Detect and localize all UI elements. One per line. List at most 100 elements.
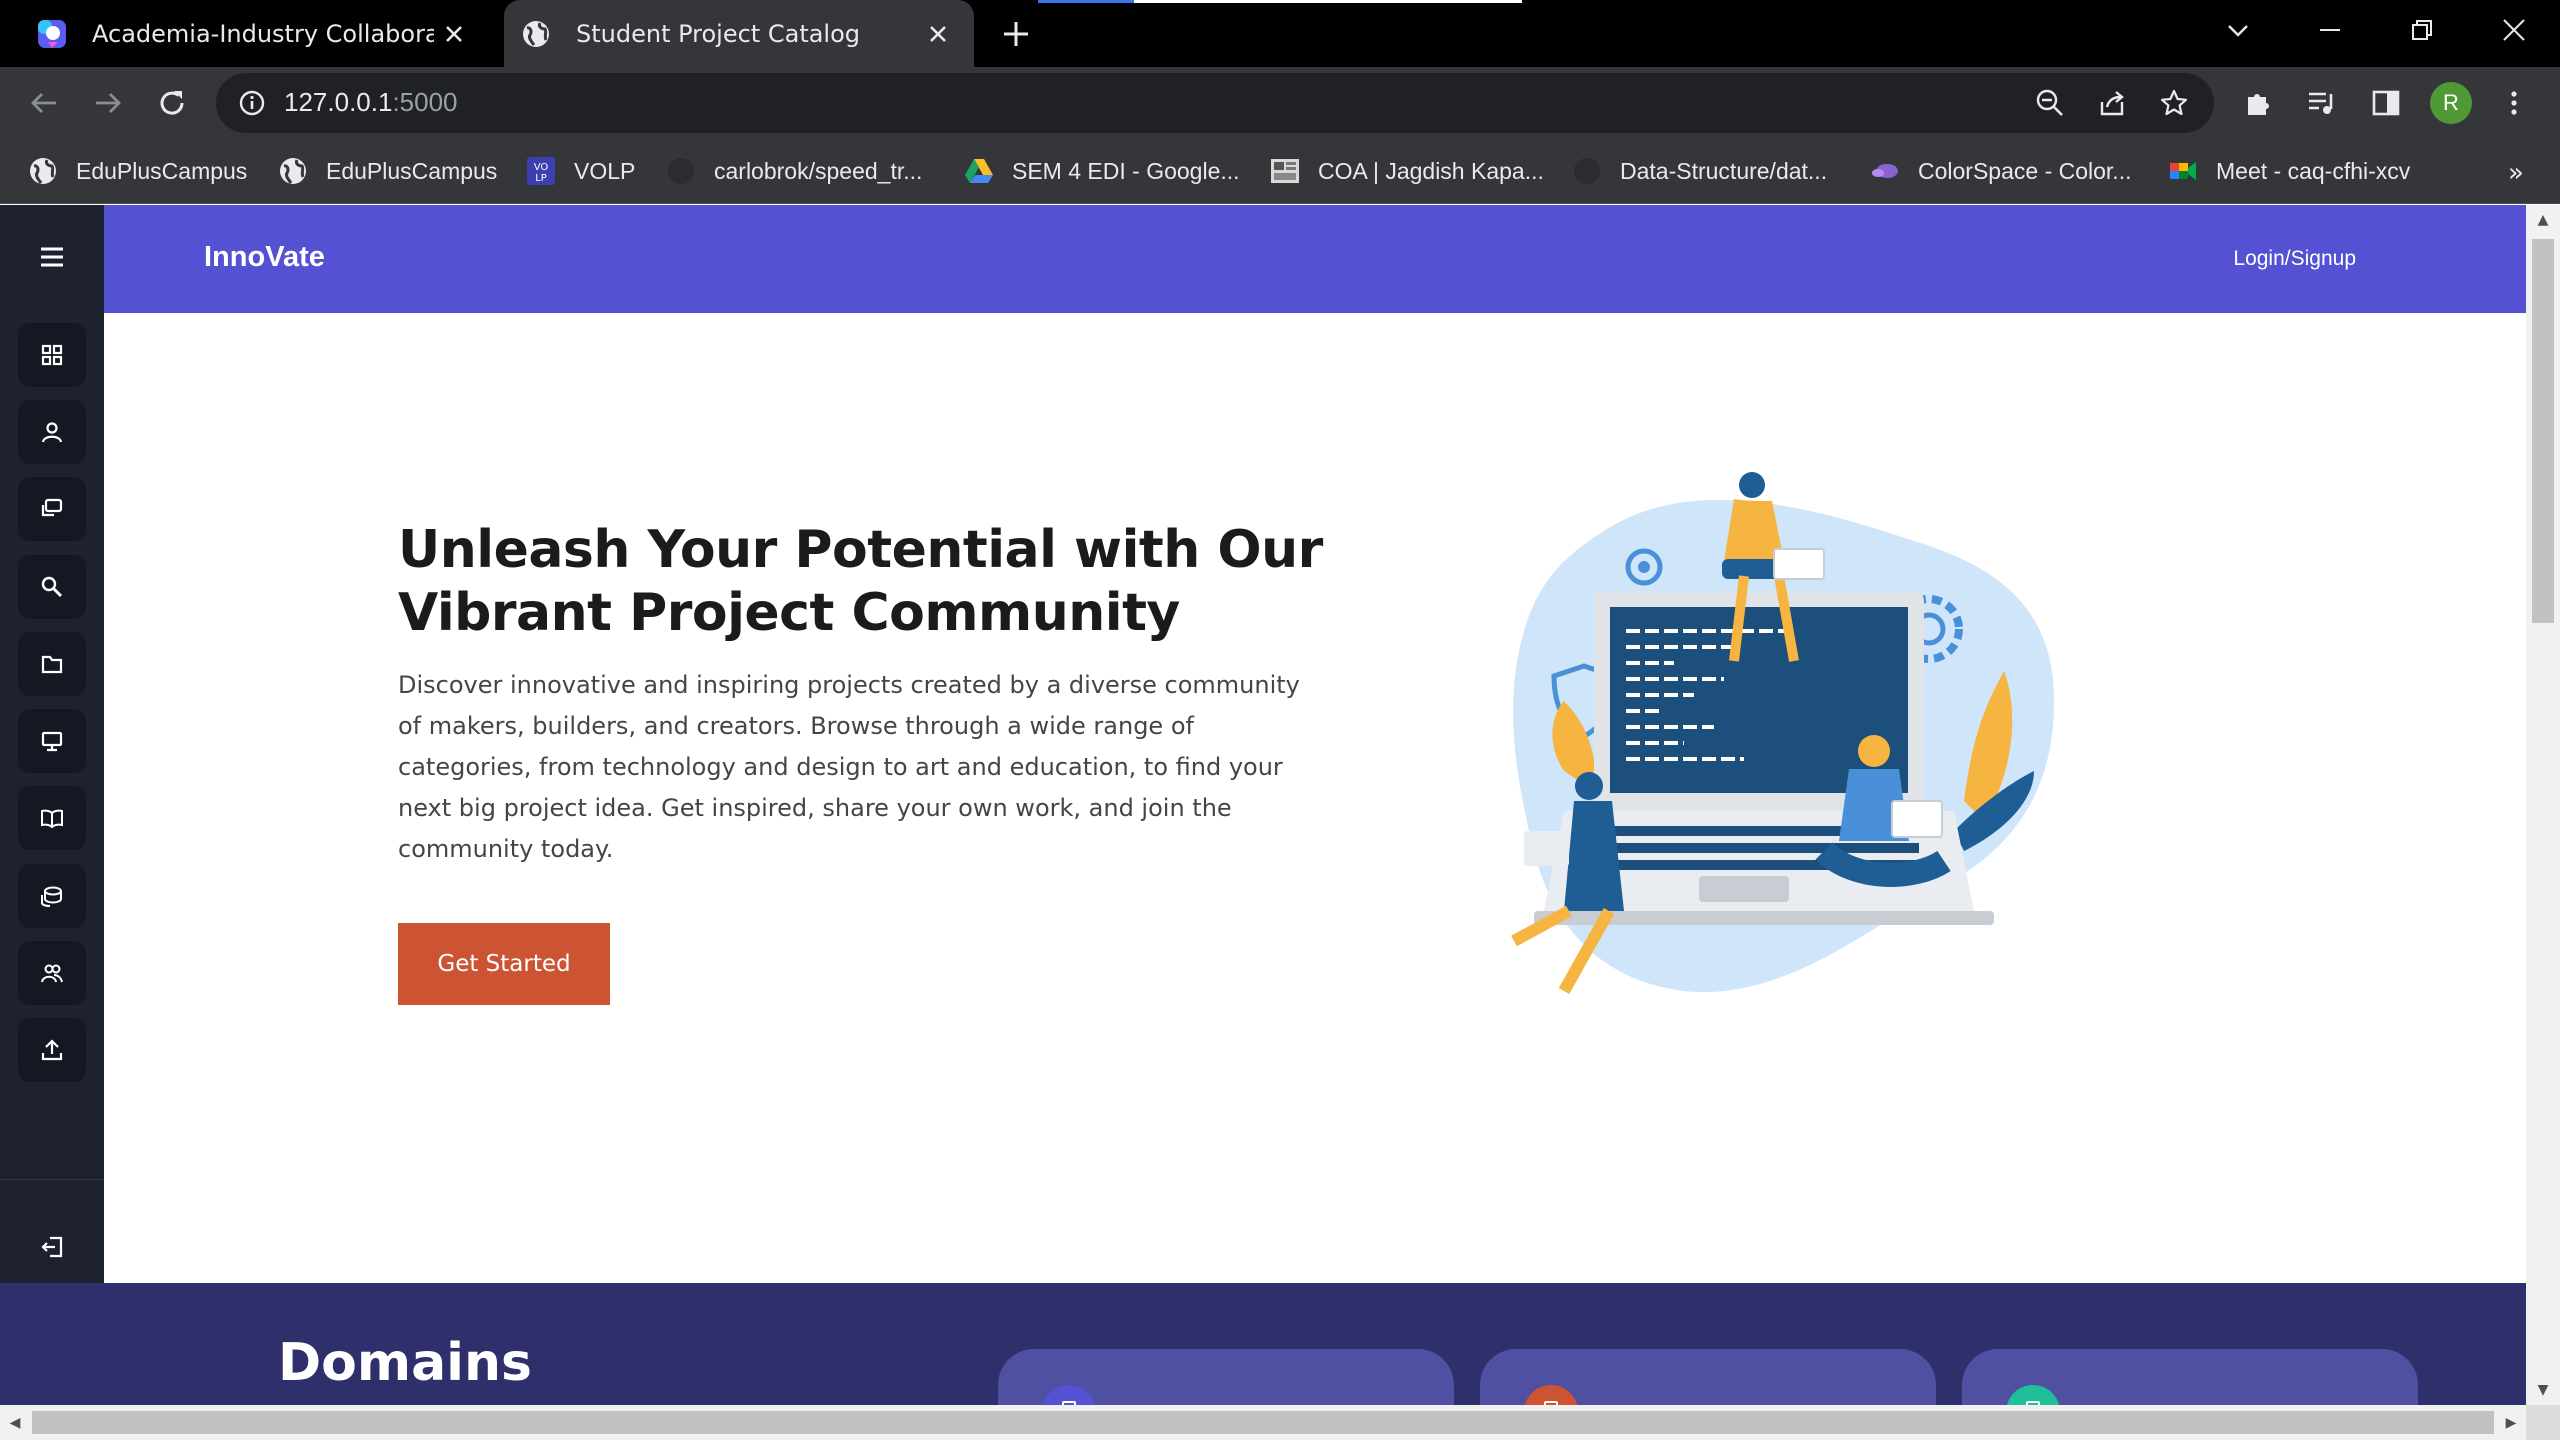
hamburger-menu-icon[interactable]: [26, 231, 78, 283]
bookmark-item[interactable]: Meet - caq-cfhi-xcv: [2168, 151, 2410, 191]
bookmark-item[interactable]: Data-Structure/dat...: [1572, 151, 1827, 191]
close-window-button[interactable]: [2486, 10, 2542, 50]
github-icon: [1574, 158, 1600, 184]
media-control-icon[interactable]: [2300, 81, 2344, 125]
domains-heading: Domains: [278, 1333, 532, 1393]
more-menu-icon[interactable]: [2492, 81, 2536, 125]
close-tab-icon[interactable]: [434, 14, 474, 54]
volp-icon: VOLP: [527, 157, 555, 185]
scroll-right-arrow-icon[interactable]: ▶: [2496, 1405, 2526, 1440]
hero-title: Unleash Your Potential with Our Vibrant …: [398, 520, 1323, 643]
sidebar-item-profile[interactable]: [18, 400, 86, 464]
sidebar-divider: [0, 1179, 104, 1180]
sidebar-item-chat[interactable]: [18, 477, 86, 541]
domain-card[interactable]: [1480, 1349, 1936, 1405]
share-icon[interactable]: [2090, 81, 2134, 125]
bookmark-item[interactable]: COA | Jagdish Kapa...: [1270, 151, 1544, 191]
reload-button[interactable]: [150, 81, 194, 125]
colorful-app-icon: [38, 19, 66, 48]
restore-button[interactable]: [2394, 10, 2450, 50]
sidebar-item-community[interactable]: [18, 941, 86, 1005]
restore-icon: [2412, 20, 2432, 40]
logout-icon: [41, 1236, 63, 1258]
scroll-down-arrow-icon[interactable]: ▼: [2526, 1375, 2560, 1405]
forward-button[interactable]: [86, 81, 130, 125]
horizontal-scroll-thumb[interactable]: [32, 1411, 2494, 1434]
close-tab-icon[interactable]: [918, 14, 958, 54]
hero-section: Unleash Your Potential with Our Vibrant …: [104, 313, 2526, 1283]
svg-text:LP: LP: [535, 173, 547, 184]
globe-icon: [280, 158, 306, 184]
hero-description: Discover innovative and inspiring projec…: [398, 671, 1300, 863]
login-signup-link[interactable]: Login/Signup: [2233, 247, 2356, 271]
google-drive-icon: [965, 159, 993, 183]
tab-title: Student Project Catalog: [576, 19, 861, 48]
bookmark-item[interactable]: EduPlusCampus: [28, 151, 247, 191]
tab-academia[interactable]: Academia-Industry Collaboration: [0, 0, 490, 67]
side-panel-icon[interactable]: [2364, 81, 2408, 125]
profile-avatar[interactable]: R: [2430, 82, 2472, 124]
google-meet-icon: [2170, 162, 2196, 180]
bookmark-item[interactable]: VO LP VOLP: [526, 151, 635, 191]
sidebar-item-dashboard[interactable]: [18, 323, 86, 387]
sidebar-item-monitor[interactable]: [18, 709, 86, 773]
domain-icon: [2006, 1385, 2060, 1405]
bookmarks-bar: EduPlusCampus EduPlusCampus VO LP VOLP ca…: [0, 139, 2560, 204]
svg-text:VO: VO: [534, 162, 549, 173]
page-viewport: InnoVate Login/Signup Unleash Your Poten…: [0, 205, 2526, 1405]
bookmarks-overflow-button[interactable]: »: [2496, 153, 2536, 193]
vertical-scrollbar[interactable]: ▲ ▼: [2526, 205, 2560, 1405]
browser-tab-strip: Academia-Industry Collaboration Student …: [0, 0, 2560, 67]
scroll-up-arrow-icon[interactable]: ▲: [2526, 205, 2560, 235]
extensions-icon[interactable]: [2236, 81, 2280, 125]
domain-card[interactable]: [998, 1349, 1454, 1405]
image-icon: [1271, 159, 1299, 183]
new-tab-button[interactable]: [996, 14, 1036, 54]
sidebar: [0, 205, 104, 1283]
bookmark-item[interactable]: ColorSpace - Color...: [1870, 151, 2131, 191]
globe-icon: [523, 20, 549, 47]
arrow-left-icon: [31, 93, 56, 113]
chevron-down-icon: [2228, 25, 2248, 37]
scrollbar-corner: [2526, 1405, 2560, 1440]
tab-drag-indicator: [1038, 0, 1522, 3]
arrow-right-icon: [96, 93, 121, 113]
tab-search-button[interactable]: [2210, 10, 2266, 50]
scroll-left-arrow-icon[interactable]: ◀: [0, 1405, 30, 1440]
github-icon: [668, 158, 694, 184]
domains-section: Domains: [0, 1283, 2526, 1405]
minimize-button[interactable]: [2302, 10, 2358, 50]
domain-card[interactable]: [1962, 1349, 2418, 1405]
horizontal-scrollbar[interactable]: ◀ ▶: [0, 1405, 2526, 1440]
laptop-community-illustration: [1511, 472, 2054, 994]
bookmark-item[interactable]: SEM 4 EDI - Google...: [964, 151, 1240, 191]
bookmark-item[interactable]: carlobrok/speed_tr...: [666, 151, 922, 191]
bookmark-star-icon[interactable]: [2152, 81, 2196, 125]
sidebar-item-logout[interactable]: [18, 1215, 86, 1279]
back-button[interactable]: [22, 81, 66, 125]
monitor-icon: [41, 731, 63, 752]
chat-icon: [41, 498, 63, 517]
minimize-icon: [2320, 29, 2340, 31]
address-bar[interactable]: 127.0.0.1:5000: [216, 73, 2214, 133]
book-icon: [41, 809, 63, 829]
sidebar-item-search[interactable]: [18, 555, 86, 619]
user-icon: [41, 422, 63, 443]
colorspace-icon: [1872, 164, 1898, 178]
plus-icon: [1004, 22, 1028, 46]
site-info-icon[interactable]: [234, 85, 270, 121]
tab-title: Academia-Industry Collaboration: [92, 19, 434, 48]
globe-icon: [30, 158, 56, 184]
upload-icon: [41, 1039, 63, 1061]
tab-student-project-catalog[interactable]: Student Project Catalog: [504, 0, 974, 67]
users-icon: [41, 964, 63, 983]
sidebar-item-resources[interactable]: [18, 864, 86, 928]
bookmark-item[interactable]: EduPlusCampus: [278, 151, 497, 191]
get-started-button[interactable]: Get Started: [398, 923, 610, 1005]
brand-logo[interactable]: InnoVate: [204, 241, 325, 274]
vertical-scroll-thumb[interactable]: [2532, 239, 2554, 623]
sidebar-item-library[interactable]: [18, 786, 86, 850]
sidebar-item-upload[interactable]: [18, 1018, 86, 1082]
zoom-out-icon[interactable]: [2028, 81, 2072, 125]
sidebar-item-projects[interactable]: [18, 632, 86, 696]
